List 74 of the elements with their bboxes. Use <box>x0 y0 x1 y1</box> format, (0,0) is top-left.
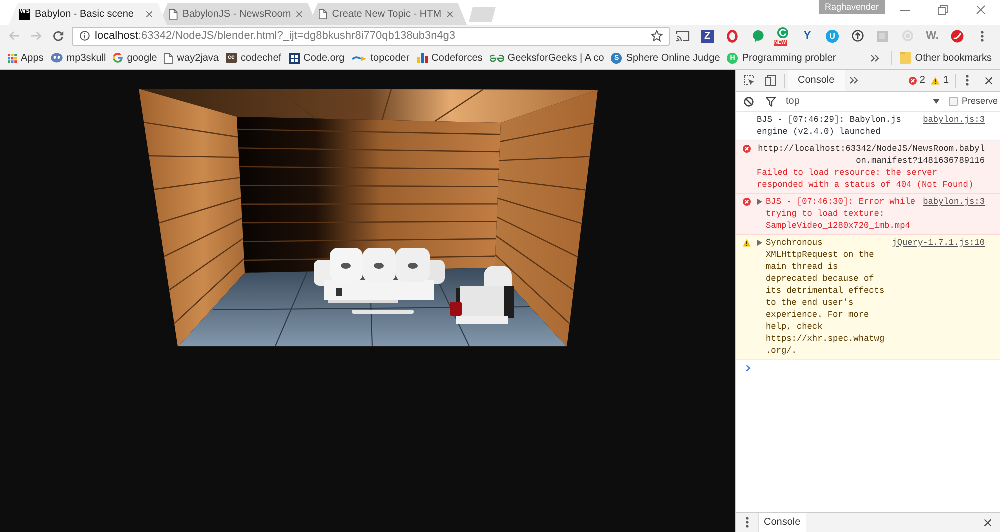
drawer-tab[interactable]: Console <box>758 513 806 532</box>
context-select[interactable]: top <box>786 94 942 110</box>
expand-caret-icon[interactable] <box>757 199 763 205</box>
bookmark-item[interactable]: mp3skull <box>48 49 110 67</box>
kebab-menu-icon <box>966 75 968 86</box>
kebab-menu-icon <box>981 30 984 42</box>
bookmark-item[interactable]: Codeforces <box>414 49 486 67</box>
close-icon <box>984 518 992 526</box>
close-icon[interactable] <box>446 10 453 18</box>
reload-icon <box>52 30 64 42</box>
bookmark-folder[interactable]: Other bookmarks <box>900 49 992 67</box>
prompt-chevron-icon <box>746 365 751 372</box>
page-icon <box>164 52 174 64</box>
double-arc-icon <box>490 54 504 62</box>
bookmark-item[interactable]: way2java <box>161 49 222 67</box>
restore-icon <box>938 5 948 15</box>
warning-icon <box>931 76 940 84</box>
resource-url-link[interactable]: http://localhost:63342/NodeJS/NewsRoom.babylon.manifest?1481636789116 <box>757 143 985 167</box>
info-icon <box>80 31 90 41</box>
console-message: Synchronous XMLHttpRequest on the main thread is deprecated because of its detrimental effects to the end user's experience. For more help, check https://xhr.spec.whatwg.org/. <box>766 237 886 357</box>
cast-icon <box>676 30 690 42</box>
square-icon <box>877 30 888 42</box>
speech-bubble-icon <box>752 30 764 42</box>
ring-icon <box>727 30 738 42</box>
device-icon <box>765 75 776 86</box>
grid-logo-icon <box>288 52 300 64</box>
source-link[interactable]: babylon.js:3 <box>923 196 985 208</box>
swoosh-circle-icon <box>951 30 964 42</box>
folder-icon <box>900 52 912 64</box>
bookmark-item[interactable]: GeeksforGeeks | A co <box>486 49 608 67</box>
close-icon[interactable] <box>146 10 153 18</box>
bookmark-item[interactable]: topcoder <box>348 49 413 67</box>
dropdown-caret-icon <box>933 99 940 104</box>
bookmark-item[interactable]: google <box>110 49 160 67</box>
expand-caret-icon[interactable] <box>757 240 763 246</box>
kebab-menu-icon <box>746 517 748 528</box>
circle-icon <box>902 30 914 42</box>
preserve-log-label: Preserve <box>962 94 998 108</box>
upload-circle-icon <box>852 30 864 42</box>
circle-arc-icon <box>776 27 788 39</box>
console-message: BJS - [07:46:30]: Error while trying to load texture: SampleVideo_1280x720_1mb.mp4 <box>766 196 916 232</box>
source-link[interactable]: jQuery-1.7.1.js:10 <box>892 237 985 249</box>
bookmark-item[interactable]: Code.org <box>286 49 348 67</box>
block-icon <box>744 96 754 106</box>
page-icon <box>169 8 178 20</box>
page-icon <box>319 8 328 20</box>
inspect-cursor-icon <box>744 75 754 86</box>
warning-icon <box>743 239 751 247</box>
double-chevron-icon <box>871 54 880 62</box>
double-chevron-icon <box>850 77 858 84</box>
warning-count: 1 <box>943 74 949 88</box>
console-message: BJS - [07:46:29]: Babylon.js engine (v2.4.0) launched <box>757 114 902 138</box>
console-message: Failed to load resource: the server responded with a status of 404 (Not Found) <box>757 167 975 191</box>
apps-grid-icon <box>8 54 17 62</box>
close-icon[interactable] <box>296 10 303 18</box>
bar-chart-icon <box>416 53 428 63</box>
round-logo-icon <box>50 53 63 63</box>
extension-button[interactable]: Y <box>804 30 812 42</box>
address-bar[interactable]: localhost:63342/NodeJS/blender.html?_ijt=dg8bkushr8i770qb138ub3n4g3 <box>72 26 670 46</box>
preserve-log-checkbox[interactable] <box>949 97 958 106</box>
error-icon <box>908 76 917 84</box>
close-icon <box>976 5 986 15</box>
close-icon <box>985 76 993 84</box>
panel-tab[interactable]: Console <box>788 70 845 91</box>
extension-button[interactable]: Z <box>701 30 714 42</box>
error-icon <box>743 145 751 153</box>
filter-icon <box>766 96 776 106</box>
bookmark-item[interactable]: Apps <box>5 49 47 67</box>
error-count: 2 <box>920 74 926 88</box>
source-link[interactable]: babylon.js:3 <box>923 114 985 126</box>
error-icon <box>743 198 751 206</box>
url-text: localhost:63342/NodeJS/blender.html?_ijt=dg8bkushr8i770qb138ub3n4g3 <box>95 28 456 44</box>
arrow-logo-icon <box>352 54 367 62</box>
g-logo-icon <box>113 53 124 63</box>
